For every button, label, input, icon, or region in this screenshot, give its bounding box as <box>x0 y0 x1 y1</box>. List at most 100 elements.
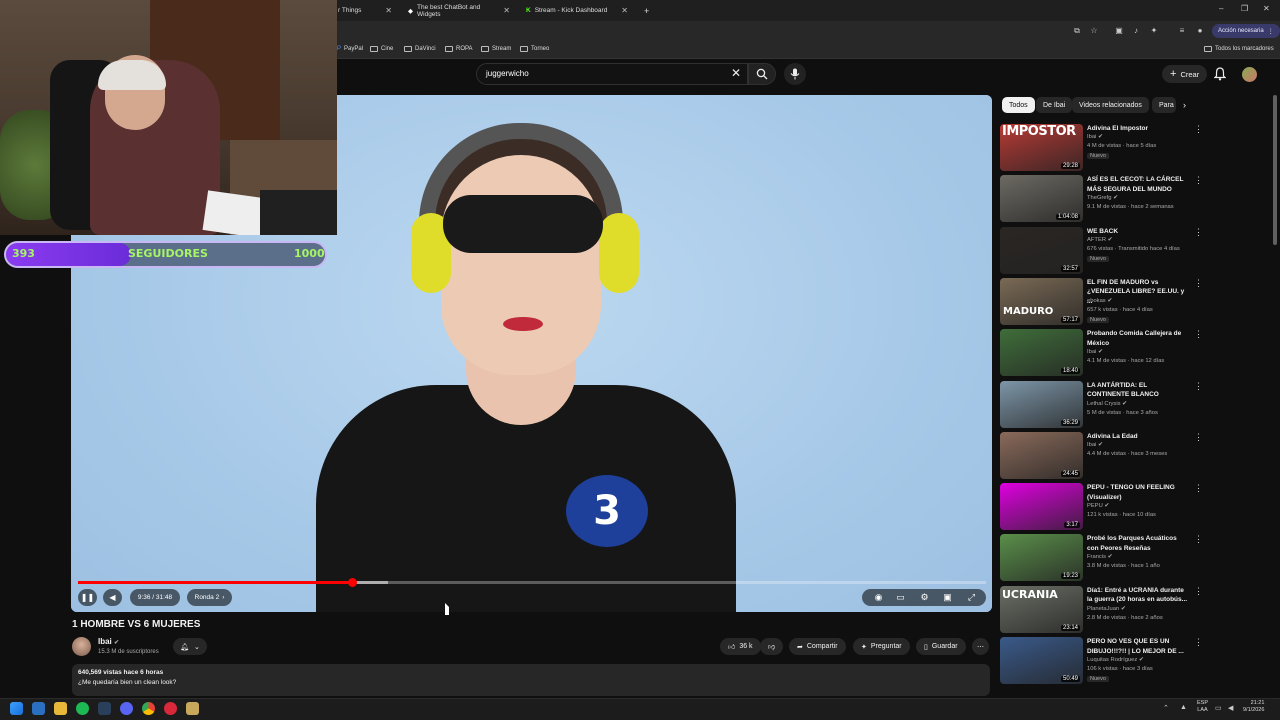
bookmark-davinci[interactable]: DaVinci <box>404 46 436 52</box>
volume-button[interactable]: ◀ <box>103 589 122 606</box>
recommendation-item[interactable]: 24:45 Adivina La Edad Ibai ✔ 4.4 M de vista… <box>1000 431 1275 480</box>
more-vertical-icon[interactable]: ⋮ <box>1194 534 1203 545</box>
close-window-button[interactable]: ✕ <box>1263 4 1270 13</box>
recommendation-item[interactable]: 36:29 LA ANTÁRTIDA: EL CONTINENTE BLANCO L… <box>1000 380 1275 429</box>
more-vertical-icon[interactable]: ⋮ <box>1194 227 1203 238</box>
recommendation-title[interactable]: Adivina La Edad <box>1087 432 1189 442</box>
speaker-icon[interactable]: ◀ <box>1228 704 1233 712</box>
star-icon[interactable]: ☆ <box>1089 26 1099 36</box>
puzzle-icon[interactable]: ✦ <box>1149 26 1159 36</box>
recommendation-item[interactable]: 18:40 Probando Comida Callejera de México… <box>1000 329 1275 377</box>
description-box[interactable] <box>72 664 990 696</box>
bookmark-ropa[interactable]: ROPA <box>445 46 473 52</box>
recommendation-title[interactable]: Día1: Entré a UCRANIA durante la guerra … <box>1087 586 1189 605</box>
action-needed-button[interactable]: Acción necesaria ⋮ <box>1212 24 1280 38</box>
all-bookmarks[interactable]: Todos los marcadores <box>1204 46 1274 52</box>
ask-button[interactable]: ✦ Preguntar <box>853 638 910 655</box>
search-query-text[interactable]: juggerwicho <box>486 69 529 78</box>
video-thumbnail[interactable]: 50:49 <box>1000 637 1083 684</box>
more-vertical-icon[interactable]: ⋮ <box>1194 175 1203 186</box>
bookmark-paypal[interactable]: P PayPal <box>337 46 363 52</box>
video-thumbnail[interactable]: 18:40 <box>1000 329 1083 377</box>
tab-close-icon[interactable]: ✕ <box>385 6 392 15</box>
video-thumbnail[interactable]: 36:29 <box>1000 380 1083 428</box>
settings-gear-icon[interactable]: ⚙ <box>919 592 930 603</box>
recommendation-channel[interactable]: Ibai ✔ <box>1087 349 1103 355</box>
obs-icon[interactable] <box>164 702 177 715</box>
browser-tab-1[interactable]: r Things ✕ <box>330 2 400 19</box>
bookmark-stream[interactable]: Stream <box>481 46 511 52</box>
browser-tab-3[interactable]: K Stream - Kick Dashboard ✕ <box>518 2 636 19</box>
dislike-button[interactable]: 👎︎ <box>760 638 784 655</box>
profile-icon[interactable]: ● <box>1195 26 1205 36</box>
recommendation-item[interactable]: 50:49 PERO NO VES QUE ES UN DIBUJO!!!?!! … <box>1000 637 1275 685</box>
miniplayer-icon[interactable]: ▣ <box>942 592 953 603</box>
extension-icon[interactable]: ▣ <box>1114 26 1124 36</box>
steam-icon[interactable] <box>98 702 111 715</box>
chevron-right-icon[interactable]: › <box>1183 100 1186 110</box>
recommendation-channel[interactable]: Ibai ✔ <box>1087 134 1103 140</box>
language-indicator[interactable]: ESP LAA <box>1197 700 1208 714</box>
video-thumbnail[interactable]: 23:14 UCRANIA <box>1000 585 1083 633</box>
clock[interactable]: 21:21 9/1/2026 <box>1243 700 1264 714</box>
chip-related[interactable]: Videos relacionados <box>1072 97 1149 113</box>
autoplay-toggle-icon[interactable]: ◉ <box>873 592 884 603</box>
more-vertical-icon[interactable]: ⋮ <box>1194 483 1203 494</box>
media-icon[interactable]: ≡ <box>1177 26 1187 36</box>
more-vertical-icon[interactable]: ⋮ <box>1194 278 1203 289</box>
league-icon[interactable] <box>186 702 199 715</box>
recommendation-title[interactable]: PERO NO VES QUE ES UN DIBUJO!!!?!! | LO … <box>1087 637 1189 656</box>
search-button[interactable] <box>748 63 776 85</box>
share-button[interactable]: ➦ Compartir <box>789 638 846 655</box>
maximize-button[interactable]: ❐ <box>1241 4 1248 13</box>
account-avatar[interactable] <box>1242 67 1257 82</box>
recommendation-channel[interactable]: Lethal Crysis ✔ <box>1087 401 1127 407</box>
recommendation-channel[interactable]: Francis ✔ <box>1087 554 1113 560</box>
chrome-icon[interactable] <box>142 702 155 715</box>
task-view-icon[interactable] <box>32 702 45 715</box>
video-thumbnail[interactable]: 57:17 MADURO <box>1000 277 1083 325</box>
chevron-up-icon[interactable]: ⌃ <box>1163 704 1169 712</box>
spotify-icon[interactable] <box>76 702 89 715</box>
browser-tab-2[interactable]: ◆ The best ChatBot and Widgets ✕ <box>400 2 518 19</box>
more-vertical-icon[interactable]: ⋮ <box>1194 432 1203 443</box>
video-thumbnail[interactable]: 24:45 <box>1000 431 1083 479</box>
pause-button[interactable]: ❚❚ <box>78 589 97 606</box>
chapter-button[interactable]: Ronda 2 › <box>187 589 232 606</box>
recommendation-title[interactable]: Probé los Parques Acuáticos con Peores R… <box>1087 534 1189 553</box>
network-icon[interactable]: ▭ <box>1215 704 1222 712</box>
subscribed-bell-button[interactable]: 🔔︎ ⌄ <box>173 638 207 655</box>
recommendation-title[interactable]: Probando Comida Callejera de México <box>1087 329 1189 348</box>
like-button[interactable]: 👍︎ 36 k <box>720 638 761 655</box>
channel-name[interactable]: Ibai ✔ <box>98 637 119 646</box>
notifications-bell-icon[interactable] <box>1214 67 1226 81</box>
recommendation-channel[interactable]: ebokas ✔ <box>1087 298 1112 304</box>
clear-search-icon[interactable]: ✕ <box>731 66 741 80</box>
install-icon[interactable]: ⧉ <box>1072 26 1082 36</box>
windows-start-icon[interactable] <box>10 702 23 715</box>
recommendation-title[interactable]: Adivina El Impostor <box>1087 124 1189 134</box>
recommendation-item[interactable]: 29:28 IMPOSTOR Adivina El Impostor Ibai ✔ 4 … <box>1000 124 1275 172</box>
discord-icon[interactable] <box>120 702 133 715</box>
more-vertical-icon[interactable]: ⋮ <box>1194 381 1203 392</box>
file-explorer-icon[interactable] <box>54 702 67 715</box>
recommendation-item[interactable]: 1:04:08 ASÍ ES EL CECOT: LA CÁRCEL MÁS SE… <box>1000 175 1275 223</box>
video-thumbnail[interactable]: 19:23 <box>1000 534 1083 582</box>
recommendation-item[interactable]: 32:57 WE BACK AFTER ✔ 676 vistas · Transmit… <box>1000 226 1275 275</box>
bookmark-torneo[interactable]: Torneo <box>520 46 549 52</box>
fullscreen-icon[interactable]: ⤢ <box>966 592 977 603</box>
channel-avatar[interactable] <box>72 637 91 656</box>
recommendation-item[interactable]: 57:17 MADURO EL FIN DE MADURO vs ¿VENEZUEL… <box>1000 277 1275 326</box>
recommendation-channel[interactable]: Ibai ✔ <box>1087 442 1103 448</box>
chip-for-you[interactable]: Para <box>1152 97 1176 113</box>
chip-from-ibai[interactable]: De Ibai <box>1036 97 1073 113</box>
chip-all[interactable]: Todos <box>1002 97 1035 113</box>
more-actions-button[interactable]: ⋯ <box>972 638 989 655</box>
recommendation-channel[interactable]: AFTER ✔ <box>1087 237 1113 243</box>
recommendation-item[interactable]: 19:23 Probé los Parques Acuáticos con Peo… <box>1000 534 1275 582</box>
video-thumbnail[interactable]: 1:04:08 <box>1000 175 1083 223</box>
video-thumbnail[interactable]: 29:28 IMPOSTOR <box>1000 124 1083 171</box>
more-vertical-icon[interactable]: ⋮ <box>1194 329 1203 340</box>
voice-search-button[interactable] <box>784 63 806 85</box>
new-tab-button[interactable]: + <box>636 2 656 19</box>
